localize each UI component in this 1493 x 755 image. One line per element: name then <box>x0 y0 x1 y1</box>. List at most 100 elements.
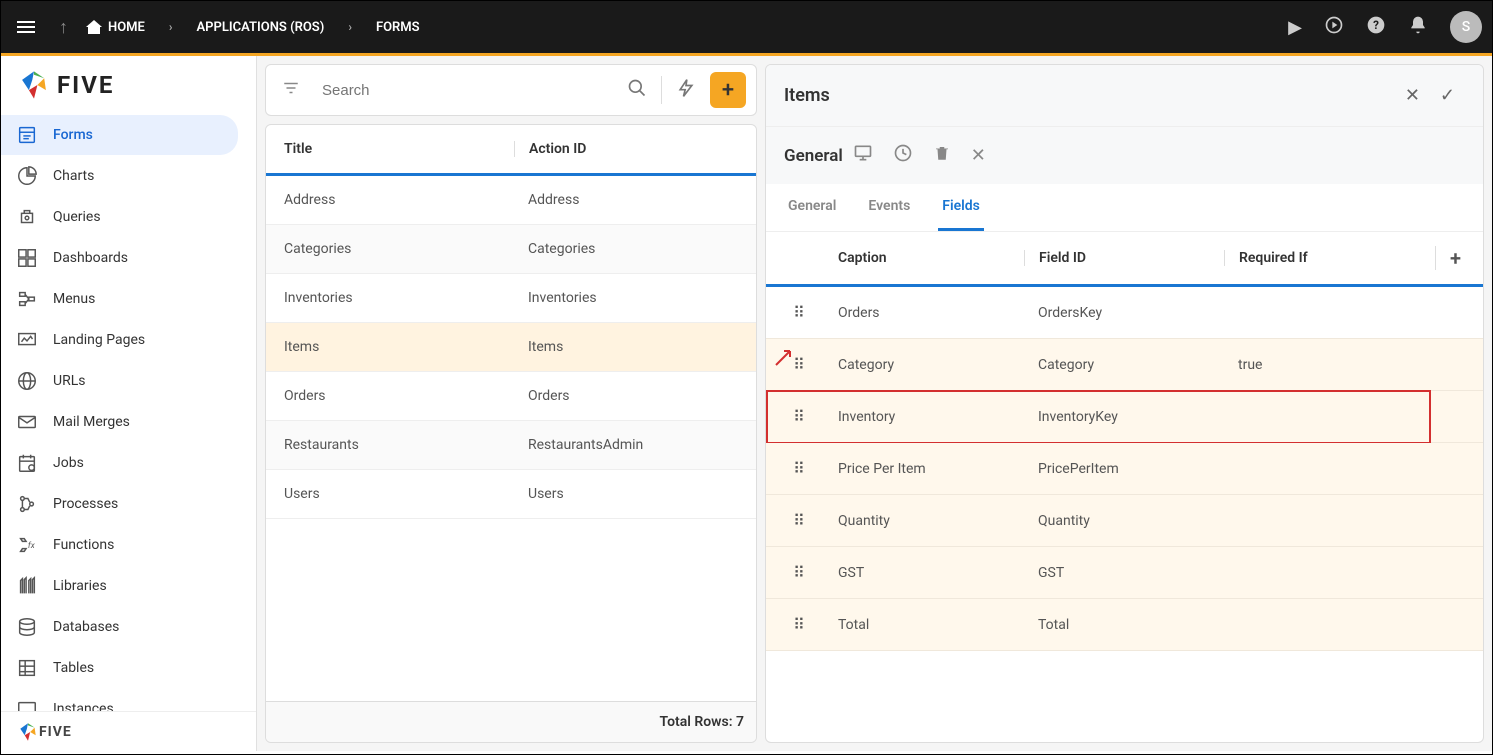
table-row[interactable]: CategoriesCategories <box>266 225 756 274</box>
deploy-icon[interactable] <box>1324 15 1344 40</box>
sidebar-item-jobs[interactable]: Jobs <box>1 443 238 483</box>
header-title[interactable]: Title <box>274 141 514 157</box>
detail-title: Items <box>784 85 830 106</box>
sidebar-item-functions[interactable]: fxFunctions <box>1 525 238 565</box>
row-title: Categories <box>274 241 514 257</box>
sidebar-item-forms[interactable]: Forms <box>1 115 238 155</box>
sidebar-item-label: Instances <box>53 701 114 711</box>
menu-icon[interactable] <box>11 12 41 42</box>
add-button[interactable]: + <box>710 72 746 108</box>
breadcrumb-sep-2: › <box>342 20 358 34</box>
delete-icon[interactable] <box>923 138 961 173</box>
search-input[interactable] <box>314 74 613 107</box>
row-title: Users <box>274 486 514 502</box>
drag-handle-icon[interactable] <box>774 615 824 634</box>
up-arrow-icon[interactable]: ↑ <box>59 17 68 38</box>
field-row[interactable]: GSTGST <box>766 547 1483 599</box>
row-title: Orders <box>274 388 514 404</box>
tab-events[interactable]: Events <box>864 184 914 231</box>
drag-handle-icon[interactable] <box>774 303 824 322</box>
field-row[interactable]: CategoryCategorytrue <box>766 339 1483 391</box>
table-row[interactable]: OrdersOrders <box>266 372 756 421</box>
tab-fields[interactable]: Fields <box>938 184 984 231</box>
screen-icon[interactable] <box>843 137 883 174</box>
filter-icon[interactable] <box>276 73 306 107</box>
drag-handle-icon[interactable] <box>774 563 824 582</box>
close-icon[interactable]: ✕ <box>961 139 996 172</box>
sidebar-item-dashboards[interactable]: Dashboards <box>1 238 238 278</box>
sidebar-item-instances[interactable]: Instances <box>1 689 238 711</box>
row-title: Address <box>274 192 514 208</box>
table-row[interactable]: UsersUsers <box>266 470 756 519</box>
field-caption: Price Per Item <box>824 461 1024 477</box>
play-icon[interactable]: ▶ <box>1288 17 1302 38</box>
sidebar-icon <box>15 656 39 680</box>
table-row[interactable]: RestaurantsRestaurantsAdmin <box>266 421 756 470</box>
drag-handle-icon[interactable] <box>774 355 824 374</box>
field-row[interactable]: InventoryInventoryKey <box>766 391 1483 443</box>
sidebar-item-processes[interactable]: Processes <box>1 484 238 524</box>
tab-general[interactable]: General <box>784 184 840 231</box>
user-avatar[interactable]: S <box>1450 11 1482 43</box>
history-icon[interactable] <box>883 137 923 174</box>
save-icon[interactable]: ✓ <box>1430 79 1465 112</box>
svg-text:?: ? <box>1373 18 1379 32</box>
sidebar-item-urls[interactable]: URLs <box>1 361 238 401</box>
sidebar-item-tables[interactable]: Tables <box>1 648 238 688</box>
search-icon[interactable] <box>621 72 653 109</box>
breadcrumb-home-label: HOME <box>108 20 145 35</box>
sidebar-item-label: Forms <box>53 127 93 143</box>
svg-text:fx: fx <box>28 541 36 551</box>
breadcrumb-forms[interactable]: FORMS <box>376 20 420 35</box>
field-row[interactable]: TotalTotal <box>766 599 1483 651</box>
row-title: Items <box>274 339 514 355</box>
breadcrumb-home[interactable]: HOME <box>86 20 145 35</box>
field-id: PricePerItem <box>1024 461 1224 477</box>
field-required-if: true <box>1224 357 1475 373</box>
breadcrumb-apps[interactable]: APPLICATIONS (ROS) <box>197 20 325 35</box>
drag-handle-icon[interactable] <box>774 459 824 478</box>
header-action-id[interactable]: Action ID <box>514 141 748 157</box>
sidebar-item-label: Databases <box>53 619 119 635</box>
bell-icon[interactable] <box>1408 15 1428 40</box>
field-caption: Orders <box>824 305 1024 321</box>
sidebar-item-label: Libraries <box>53 578 107 594</box>
bolt-icon[interactable] <box>670 72 702 109</box>
add-field-button[interactable]: + <box>1435 246 1475 270</box>
table-row[interactable]: InventoriesInventories <box>266 274 756 323</box>
detail-panel: Items ✕ ✓ General ✕ GeneralEventsFie <box>765 56 1492 751</box>
row-action-id: Inventories <box>514 290 748 306</box>
sidebar-item-landing-pages[interactable]: Landing Pages <box>1 320 238 360</box>
logo-text: FIVE <box>57 71 114 99</box>
sidebar-item-mail-merges[interactable]: Mail Merges <box>1 402 238 442</box>
field-row[interactable]: Price Per ItemPricePerItem <box>766 443 1483 495</box>
sidebar-icon <box>15 164 39 188</box>
drag-handle-icon[interactable] <box>774 511 824 530</box>
sidebar-item-charts[interactable]: Charts <box>1 156 238 196</box>
list-table-footer: Total Rows: 7 <box>266 701 756 742</box>
field-caption: GST <box>824 565 1024 581</box>
header-caption[interactable]: Caption <box>824 250 1024 266</box>
sidebar-icon <box>15 451 39 475</box>
sidebar-item-databases[interactable]: Databases <box>1 607 238 647</box>
sidebar-icon <box>15 287 39 311</box>
sidebar-item-menus[interactable]: Menus <box>1 279 238 319</box>
cancel-icon[interactable]: ✕ <box>1395 79 1430 112</box>
help-icon[interactable]: ? <box>1366 15 1386 40</box>
sidebar-nav[interactable]: Forms ChartsQueriesDashboardsMenusLanding… <box>1 114 256 711</box>
row-title: Inventories <box>274 290 514 306</box>
table-row[interactable]: ItemsItems <box>266 323 756 372</box>
sidebar-item-queries[interactable]: Queries <box>1 197 238 237</box>
home-icon <box>86 20 102 34</box>
header-field-id[interactable]: Field ID <box>1024 250 1224 266</box>
logo: FIVE <box>1 56 256 114</box>
detail-subtitle: General <box>784 146 843 166</box>
drag-handle-icon[interactable] <box>774 407 824 426</box>
row-action-id: Items <box>514 339 748 355</box>
table-row[interactable]: AddressAddress <box>266 176 756 225</box>
sidebar-item-libraries[interactable]: Libraries <box>1 566 238 606</box>
header-required-if[interactable]: Required If <box>1224 250 1435 266</box>
list-table: Title Action ID AddressAddressCategories… <box>265 124 757 743</box>
field-row[interactable]: OrdersOrdersKey <box>766 287 1483 339</box>
field-row[interactable]: QuantityQuantity <box>766 495 1483 547</box>
